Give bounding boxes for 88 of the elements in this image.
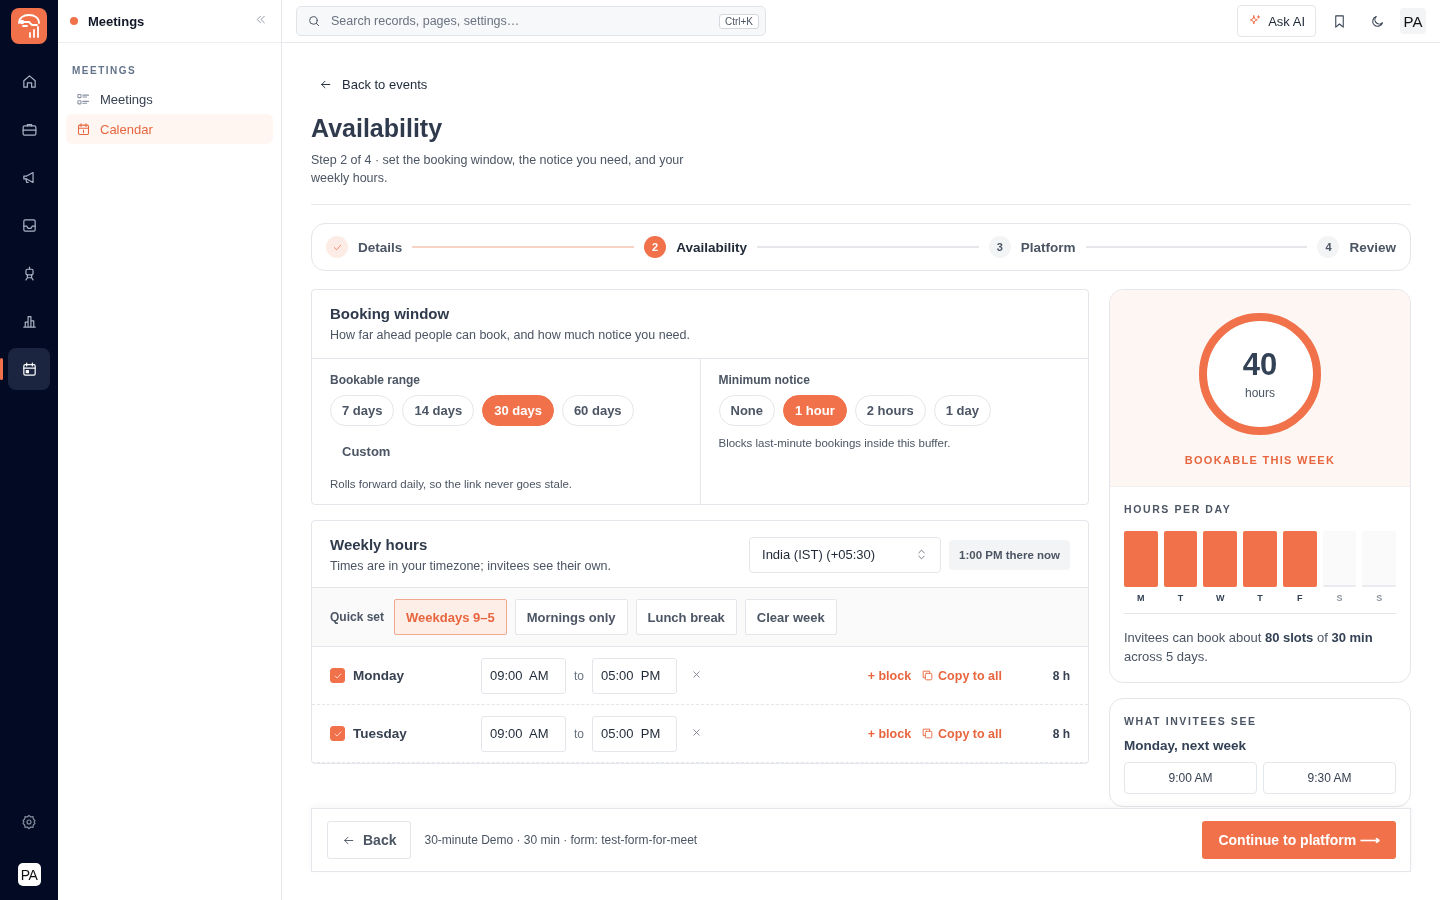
arrow-left-icon bbox=[319, 78, 332, 91]
field-label: Minimum notice bbox=[718, 373, 811, 387]
helper-text: Blocks last-minute bookings inside this buffer. bbox=[718, 437, 952, 449]
calendar-icon bbox=[20, 360, 38, 378]
local-time-badge: 1:00 PM there now bbox=[949, 539, 1070, 570]
step-label[interactable]: Availability bbox=[676, 239, 747, 255]
day-initial: S bbox=[1375, 593, 1384, 603]
preview-day: Monday, next week bbox=[1124, 738, 1396, 753]
time-slot[interactable]: 9:00 AM bbox=[1124, 762, 1257, 794]
day-initial: T bbox=[1256, 593, 1264, 603]
quick-set-label: Quick set bbox=[330, 610, 385, 624]
option-chip[interactable]: Custom bbox=[330, 436, 403, 467]
time-slot[interactable]: 9:30 AM bbox=[1263, 762, 1396, 794]
card-description: Times are in your timezone; invitees see their own. bbox=[330, 559, 612, 573]
close-icon bbox=[691, 669, 702, 680]
close-icon bbox=[691, 727, 702, 738]
back-button[interactable]: Back bbox=[327, 821, 412, 859]
summary-note: Invitees can book about 80 slots of 30 min across 5 days. bbox=[1124, 629, 1374, 666]
check-icon bbox=[332, 670, 343, 681]
section-heading: HOURS PER DAY bbox=[1124, 503, 1233, 515]
card-title: Booking window bbox=[330, 305, 451, 322]
check-icon bbox=[332, 728, 343, 739]
copy-icon bbox=[921, 727, 935, 740]
app-logo[interactable] bbox=[11, 8, 47, 44]
user-avatar[interactable]: PA bbox=[17, 863, 41, 886]
step-label[interactable]: Details bbox=[358, 239, 403, 255]
list-icon bbox=[76, 91, 91, 107]
event-summary: 30-minute Demo · 30 min · form: test-form-for-meet bbox=[424, 833, 699, 847]
home-icon bbox=[20, 72, 38, 90]
checkbox[interactable] bbox=[330, 726, 345, 741]
day-total: 8 h bbox=[1051, 668, 1070, 683]
option-chip[interactable]: 1 day bbox=[933, 395, 991, 426]
day-label: Monday bbox=[353, 668, 405, 683]
day-label: Tuesday bbox=[353, 726, 408, 741]
option-chip[interactable]: 14 days bbox=[402, 395, 475, 426]
collapse-icon bbox=[254, 13, 267, 26]
preset-button[interactable]: Clear week bbox=[744, 599, 837, 635]
moon-icon bbox=[1369, 13, 1385, 29]
time-field[interactable]: 09:00 AM bbox=[481, 715, 566, 752]
option-chip[interactable]: 7 days bbox=[330, 395, 395, 426]
option-chip[interactable]: 60 days bbox=[561, 395, 634, 426]
time-field[interactable]: 05:00 PM bbox=[592, 715, 677, 752]
checkbox[interactable] bbox=[330, 668, 345, 683]
search-field[interactable]: Search records, pages, settings… bbox=[329, 13, 711, 29]
preset-button[interactable]: Mornings only bbox=[514, 599, 628, 635]
search-bar[interactable]: Search records, pages, settings… Ctrl+K bbox=[296, 6, 766, 36]
day-initial: F bbox=[1296, 593, 1304, 603]
user-avatar[interactable]: PA bbox=[1400, 8, 1426, 34]
card-description: How far ahead people can book, and how much notice you need. bbox=[330, 328, 691, 342]
time-field[interactable]: 05:00 PM bbox=[592, 657, 677, 694]
step-marker: 4 bbox=[1317, 236, 1340, 258]
search-icon bbox=[307, 14, 321, 28]
unit-label: hours bbox=[1245, 385, 1275, 400]
day-initial: S bbox=[1335, 593, 1344, 603]
step-marker: 3 bbox=[988, 236, 1011, 258]
page-subtitle: Step 2 of 4 · set the booking window, the notice you need, and your weekly hours. bbox=[311, 152, 685, 187]
sidebar-title: Meetings bbox=[88, 13, 146, 29]
sidebar-item[interactable]: Meetings bbox=[66, 84, 273, 114]
ask-ai-button[interactable]: Ask AI bbox=[1237, 5, 1316, 37]
inbox-icon bbox=[20, 216, 38, 234]
calendar-icon bbox=[76, 121, 91, 137]
page-title: Availability bbox=[311, 114, 444, 143]
step-marker: 2 bbox=[644, 236, 667, 258]
section-heading: WHAT INVITEES SEE bbox=[1124, 715, 1258, 727]
range-separator: to bbox=[574, 668, 584, 683]
field-label: Bookable range bbox=[330, 373, 422, 387]
day-total: 8 h bbox=[1051, 726, 1070, 741]
day-initial: T bbox=[1176, 593, 1185, 603]
summary-caption: BOOKABLE THIS WEEK bbox=[1184, 454, 1336, 466]
status-dot bbox=[70, 17, 78, 25]
helper-text: Rolls forward daily, so the link never goes stale. bbox=[330, 478, 574, 490]
range-separator: to bbox=[574, 726, 584, 741]
time-field[interactable]: 09:00 AM bbox=[481, 657, 566, 694]
card-title: Weekly hours bbox=[330, 536, 429, 553]
settings-icon bbox=[21, 814, 37, 830]
day-initial: M bbox=[1136, 593, 1146, 603]
section-heading: MEETINGS bbox=[71, 64, 138, 78]
shortcut-hint: Ctrl+K bbox=[718, 13, 759, 29]
back-link[interactable]: Back to events bbox=[311, 77, 428, 92]
step-label[interactable]: Platform bbox=[1020, 239, 1076, 255]
timezone-select[interactable]: India (IST) (+05:30) bbox=[749, 536, 942, 573]
option-chip[interactable]: None bbox=[718, 395, 775, 426]
preset-button[interactable]: Lunch break bbox=[635, 599, 737, 635]
day-initial: W bbox=[1215, 593, 1226, 603]
option-chip[interactable]: 2 hours bbox=[854, 395, 926, 426]
total-hours: 40 bbox=[1242, 348, 1278, 380]
step-label[interactable]: Review bbox=[1349, 239, 1396, 255]
copy-icon bbox=[921, 669, 935, 682]
